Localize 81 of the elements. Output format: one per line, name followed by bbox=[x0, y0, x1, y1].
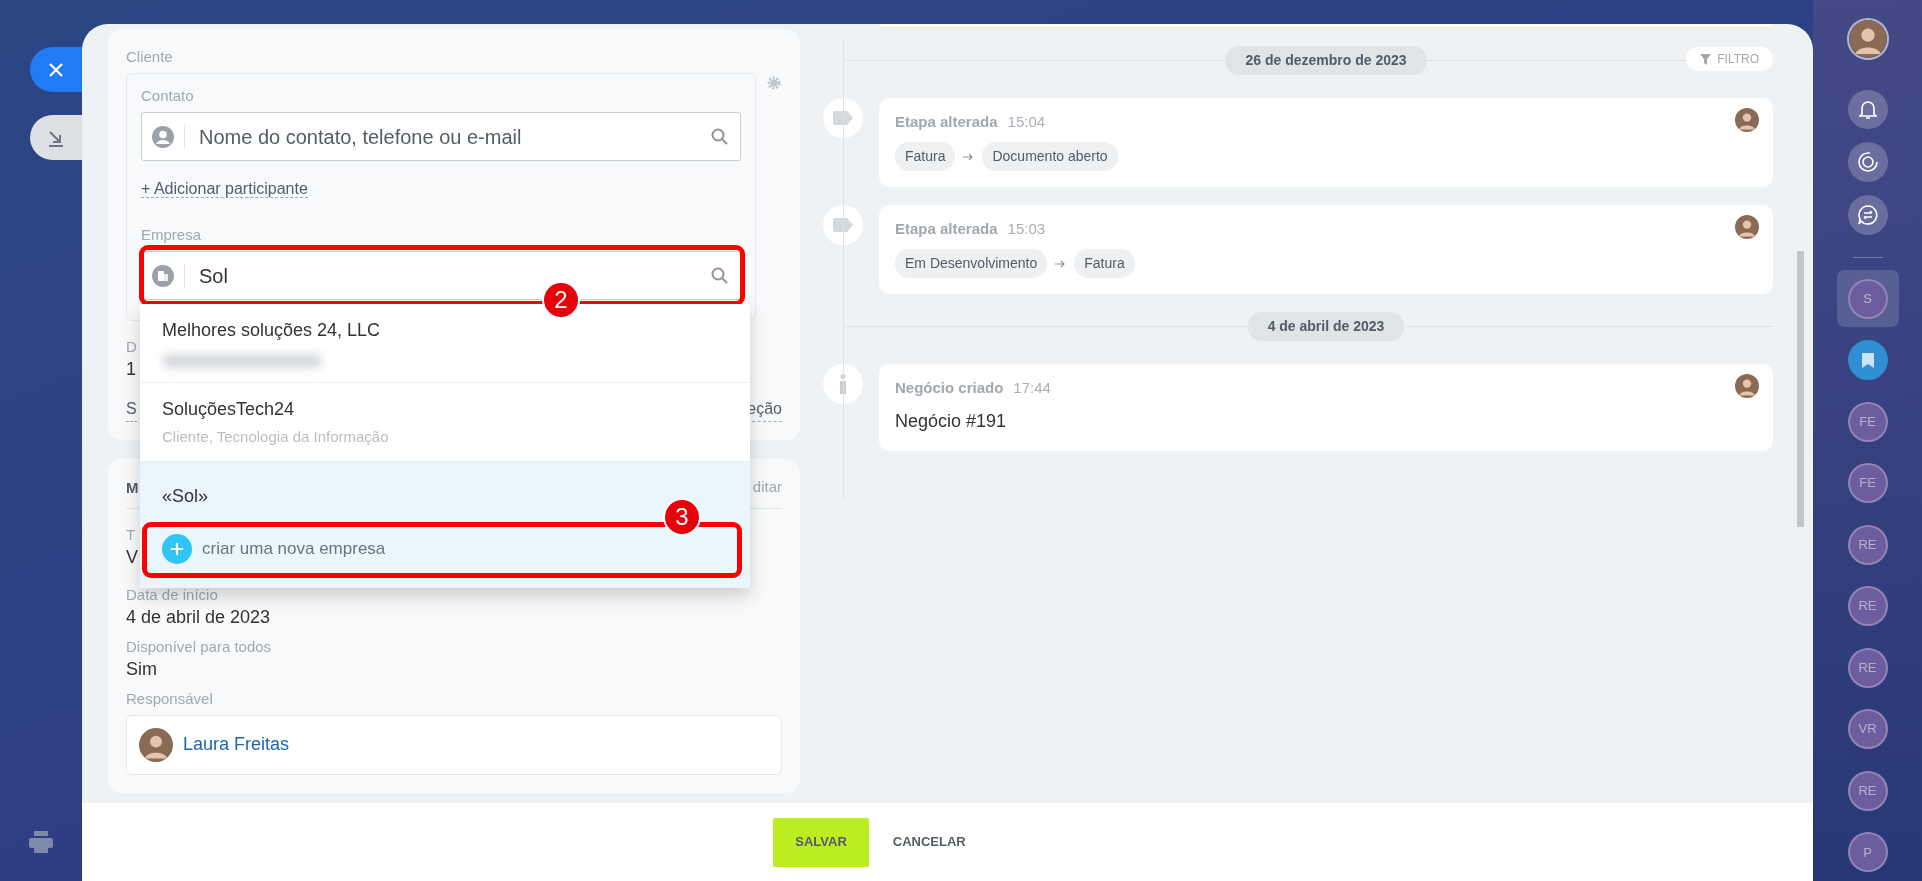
field-label: T bbox=[126, 524, 136, 545]
chat-avatar[interactable]: RE bbox=[1847, 524, 1888, 565]
search-icon[interactable] bbox=[711, 267, 728, 284]
user-avatar bbox=[1846, 18, 1889, 60]
edit-link[interactable]: ditar bbox=[752, 477, 782, 500]
filter-button[interactable]: FILTRO bbox=[1686, 47, 1773, 71]
create-company-label: criar uma nova empresa bbox=[202, 538, 386, 561]
tag-icon bbox=[833, 218, 853, 232]
arrow-right-icon bbox=[1055, 259, 1067, 268]
contact-field[interactable]: Nome do contato, telefone ou e-mail bbox=[141, 112, 741, 161]
company-name: Melhores soluções 24, LLC bbox=[162, 319, 382, 342]
close-button[interactable] bbox=[30, 47, 82, 92]
chat-avatar[interactable]: FE bbox=[1847, 463, 1888, 504]
event-time: 15:03 bbox=[1007, 220, 1046, 237]
field-label: Data de início bbox=[126, 584, 219, 605]
search-query: «Sol» bbox=[162, 485, 210, 508]
spiral-icon bbox=[1856, 151, 1879, 174]
field-value: 1 bbox=[126, 358, 136, 381]
save-button[interactable]: SALVAR bbox=[773, 817, 869, 867]
date-pill: 4 de abril de 2023 bbox=[1247, 311, 1405, 341]
dropdown-item[interactable]: Melhores soluções 24, LLC bbox=[162, 318, 728, 368]
info-icon bbox=[839, 374, 847, 394]
stage-tag: Fatura bbox=[895, 142, 956, 171]
field-value: Sim bbox=[126, 657, 158, 681]
field-label: Cliente bbox=[126, 47, 174, 67]
chat-avatar[interactable]: VR bbox=[1847, 709, 1888, 750]
event-text: Negócio #191 bbox=[895, 410, 1008, 433]
company-details: Cliente, Tecnologia da Informação bbox=[162, 427, 390, 447]
bookmark-button[interactable] bbox=[1847, 340, 1888, 381]
field-label: D bbox=[126, 337, 137, 357]
avatar bbox=[1735, 374, 1759, 398]
chat-button[interactable] bbox=[1847, 195, 1888, 235]
field-label: Empresa bbox=[141, 225, 203, 245]
printer-icon[interactable] bbox=[29, 831, 53, 853]
chat-avatar[interactable]: P bbox=[1847, 832, 1888, 873]
filter-icon bbox=[1700, 53, 1712, 65]
collapse-button[interactable] bbox=[30, 115, 82, 160]
chat-avatar[interactable]: RE bbox=[1847, 647, 1888, 688]
link[interactable]: S bbox=[126, 397, 137, 422]
stage-tag: Fatura bbox=[1074, 249, 1135, 278]
avatar bbox=[1735, 108, 1759, 132]
avatar bbox=[1735, 215, 1759, 239]
date-pill: 26 de dezembro de 2023 bbox=[1225, 45, 1427, 75]
event-title: Negócio criado bbox=[895, 379, 1004, 396]
event-title: Etapa alterada bbox=[895, 220, 998, 237]
bell-icon bbox=[1858, 99, 1877, 120]
event-time: 17:44 bbox=[1013, 379, 1051, 396]
chat-avatar[interactable]: S bbox=[1847, 278, 1888, 319]
stage-tag: Documento aberto bbox=[982, 142, 1118, 171]
activity-button[interactable] bbox=[1847, 142, 1888, 183]
field-label: Contato bbox=[141, 86, 195, 106]
event-time: 15:04 bbox=[1007, 113, 1046, 130]
scrollbar[interactable] bbox=[1797, 251, 1804, 527]
avatar bbox=[139, 727, 173, 762]
close-icon bbox=[48, 61, 64, 78]
chat-avatar[interactable]: FE bbox=[1847, 401, 1888, 442]
person-icon bbox=[152, 125, 174, 148]
arrow-down-right-icon bbox=[47, 128, 65, 147]
contact-input[interactable]: Nome do contato, telefone ou e-mail bbox=[197, 120, 711, 153]
responsible-link[interactable]: Laura Freitas bbox=[183, 731, 290, 758]
arrow-right-icon bbox=[963, 152, 975, 161]
field-value: 4 de abril de 2023 bbox=[126, 605, 272, 629]
notifications-button[interactable] bbox=[1847, 89, 1888, 130]
field-label: Disponível para todos bbox=[126, 636, 273, 657]
field-value: V bbox=[126, 545, 138, 569]
search-icon[interactable] bbox=[711, 128, 728, 145]
chat-avatar[interactable]: RE bbox=[1847, 586, 1888, 627]
bookmark-icon bbox=[1861, 352, 1874, 368]
stage-tag: Em Desenvolvimento bbox=[895, 249, 1048, 278]
chat-swap-icon bbox=[1856, 203, 1879, 226]
field-label: Responsável bbox=[126, 688, 214, 709]
tag-icon bbox=[833, 111, 853, 125]
dropdown-item[interactable]: SoluçõesTech24 Cliente, Tecnologia da Informação bbox=[162, 397, 728, 447]
plus-icon bbox=[162, 534, 192, 564]
add-participant-link[interactable]: + Adicionar participante bbox=[141, 180, 308, 198]
building-icon bbox=[152, 264, 174, 287]
company-name: SoluçõesTech24 bbox=[162, 398, 296, 421]
section-title: M bbox=[126, 478, 139, 498]
event-title: Etapa alterada bbox=[895, 113, 998, 130]
cancel-button[interactable]: CANCELAR bbox=[886, 831, 972, 853]
chat-avatar[interactable]: RE bbox=[1847, 770, 1888, 811]
